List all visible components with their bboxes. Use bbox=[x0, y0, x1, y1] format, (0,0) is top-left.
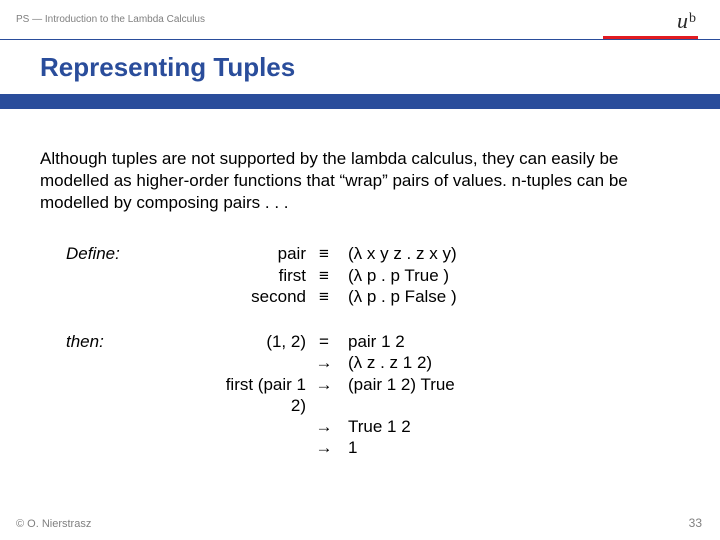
eval-term-5 bbox=[200, 437, 310, 458]
course-header: PS — Introduction to the Lambda Calculus bbox=[16, 14, 205, 25]
definitions-table: Define: pair ≡ (λ x y z . z x y) first ≡… bbox=[60, 243, 463, 458]
eval-sym-1: = bbox=[310, 331, 338, 352]
definitions-block: Define: pair ≡ (λ x y z . z x y) first ≡… bbox=[40, 243, 680, 458]
term-pair: pair bbox=[200, 243, 310, 264]
eval-sym-2: → bbox=[310, 352, 338, 373]
eval-sym-3: → bbox=[310, 374, 338, 417]
header-strip bbox=[0, 95, 720, 109]
slide-content: Although tuples are not supported by the… bbox=[40, 148, 680, 459]
def-second: (λ p . p False ) bbox=[338, 286, 463, 307]
logo-mark: ub bbox=[603, 8, 698, 34]
term-second: second bbox=[200, 286, 310, 307]
eval-rhs-3: (pair 1 2) True bbox=[338, 374, 463, 417]
eval-term-4 bbox=[200, 416, 310, 437]
logo-u: u bbox=[677, 8, 688, 33]
eval-rhs-5: 1 bbox=[338, 437, 463, 458]
term-first: first bbox=[200, 265, 310, 286]
sym-pair: ≡ bbox=[310, 243, 338, 264]
title-band: Representing Tuples bbox=[0, 39, 720, 95]
label-define: Define: bbox=[60, 243, 200, 264]
logo-b: b bbox=[689, 11, 696, 26]
eval-sym-5: → bbox=[310, 437, 338, 458]
page-title: Representing Tuples bbox=[40, 52, 295, 83]
def-first: (λ p . p True ) bbox=[338, 265, 463, 286]
eval-rhs-2: (λ z . z 1 2) bbox=[338, 352, 463, 373]
intro-paragraph: Although tuples are not supported by the… bbox=[40, 148, 680, 213]
eval-term-1: (1, 2) bbox=[200, 331, 310, 352]
eval-term-2 bbox=[200, 352, 310, 373]
sym-first: ≡ bbox=[310, 265, 338, 286]
footer-copyright: © O. Nierstrasz bbox=[16, 518, 91, 530]
eval-rhs-1: pair 1 2 bbox=[338, 331, 463, 352]
label-then: then: bbox=[60, 331, 200, 352]
page-number: 33 bbox=[689, 516, 702, 530]
eval-sym-4: → bbox=[310, 416, 338, 437]
def-pair: (λ x y z . z x y) bbox=[338, 243, 463, 264]
sym-second: ≡ bbox=[310, 286, 338, 307]
eval-rhs-4: True 1 2 bbox=[338, 416, 463, 437]
eval-term-3: first (pair 1 2) bbox=[200, 374, 310, 417]
